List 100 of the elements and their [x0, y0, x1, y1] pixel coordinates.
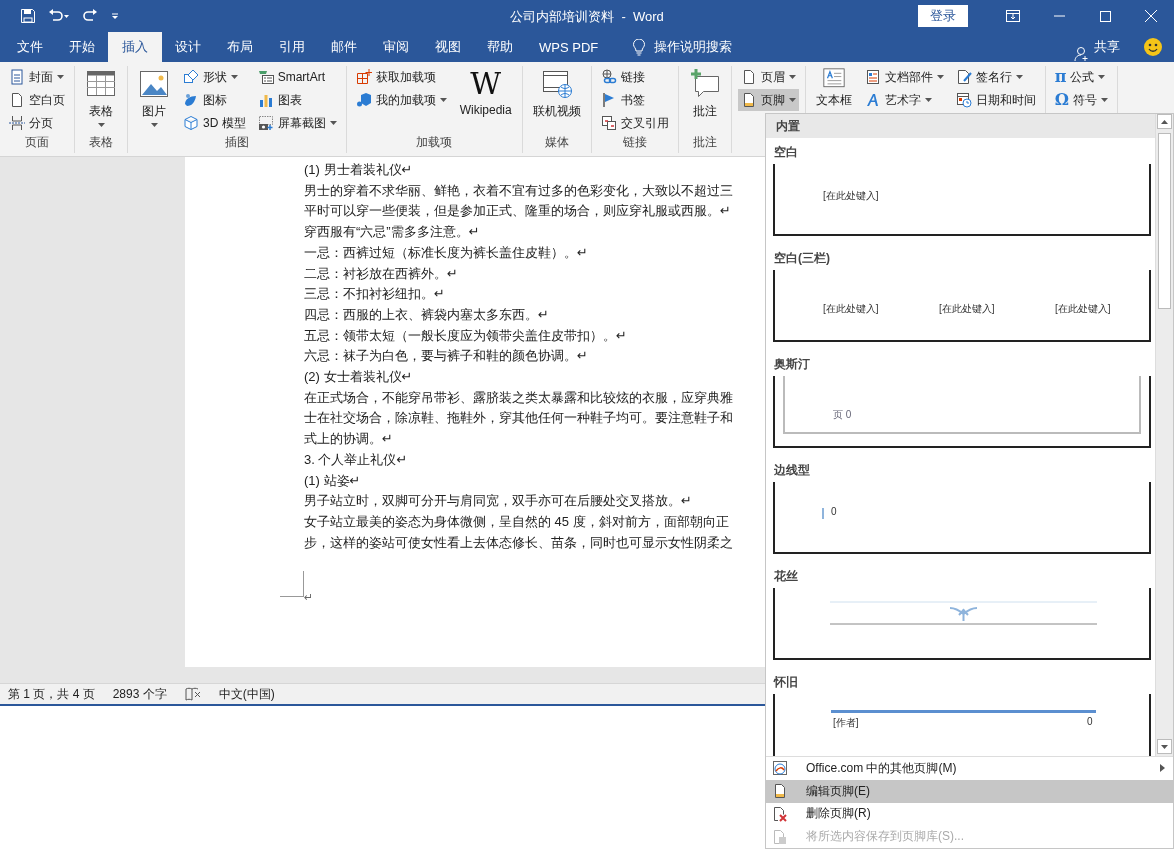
ribbon-display-icon[interactable]: [1006, 10, 1020, 22]
footer-preview[interactable]: [773, 588, 1151, 660]
ribbon-button[interactable]: 艺术字: [861, 89, 947, 111]
ribbon-button[interactable]: 签名行: [952, 66, 1039, 88]
minimize-icon[interactable]: [1053, 15, 1065, 17]
ribbon-tab[interactable]: 插入: [108, 32, 162, 62]
ribbon-button[interactable]: 批注: [684, 66, 725, 122]
blocks-icon: [355, 92, 372, 108]
margin-corner-mark: [280, 571, 304, 597]
person-add-icon[interactable]: [1074, 46, 1090, 62]
ribbon-button[interactable]: 图片: [134, 66, 174, 129]
tell-me-search[interactable]: 操作说明搜索: [654, 38, 733, 56]
ribbon-button[interactable]: Ω 符号: [1051, 89, 1111, 111]
ribbon-button[interactable]: 文本框: [811, 66, 856, 111]
page-number: 页 0: [833, 408, 852, 422]
ribbon-button[interactable]: 联机视频: [528, 66, 585, 122]
paragraph-line: 男子站立时，双脚可分开与肩同宽，双手亦可在后腰处交叉搭放。↵: [304, 492, 692, 511]
ribbon-button[interactable]: 形状: [180, 66, 249, 88]
ribbon-button[interactable]: 空白页: [6, 89, 68, 111]
gallery-heading: 怀旧: [772, 674, 799, 690]
footer-preview[interactable]: [在此处键入] [在此处键入] [在此处键入]: [773, 270, 1151, 342]
ribbon-button[interactable]: 文档部件: [861, 66, 947, 88]
ribbon-tab[interactable]: 帮助: [474, 32, 526, 62]
ribbon-button[interactable]: 图标: [180, 89, 249, 111]
ribbon-button[interactable]: 获取加载项: [352, 66, 450, 88]
word-count[interactable]: 2893 个字: [112, 685, 167, 703]
ribbon-button[interactable]: 链接: [597, 66, 672, 88]
scroll-down-icon[interactable]: [1161, 744, 1168, 749]
ribbon-button[interactable]: 分页: [6, 112, 68, 134]
language-indicator[interactable]: 中文(中国): [218, 685, 275, 703]
ribbon-button[interactable]: 页眉: [737, 66, 799, 88]
paragraph-line: (1) 男士着装礼仪↵: [304, 161, 413, 179]
placeholder-text: [在此处键入]: [939, 302, 995, 316]
ribbon-tab[interactable]: 开始: [56, 32, 108, 62]
ribbon-button[interactable]: 封面: [6, 66, 68, 88]
menu-item[interactable]: 编辑页脚(E): [766, 779, 1173, 803]
caret-icon: [57, 75, 64, 79]
page-icon: [9, 92, 25, 108]
group-label: 页面: [24, 134, 50, 151]
window-title: 公司内部培训资料 - Word: [510, 9, 664, 24]
smiley-icon[interactable]: [1144, 38, 1162, 56]
ribbon-button[interactable]: W Wikipedia: [455, 66, 516, 119]
paragraph-line: (1) 站姿↵: [304, 471, 361, 490]
undo-icon[interactable]: [48, 8, 70, 24]
link-icon: [600, 69, 617, 85]
ribbon-tab[interactable]: 引用: [266, 32, 318, 62]
ribbon-button[interactable]: π 公式: [1051, 66, 1111, 88]
footer-preview[interactable]: 页 0: [773, 376, 1151, 448]
ribbon-button[interactable]: 我的加载项: [352, 89, 450, 111]
scroll-up-icon[interactable]: [1161, 119, 1168, 124]
placeholder-text: [在此处键入]: [823, 302, 879, 316]
diagram-icon: [257, 69, 274, 85]
wordart-icon: [864, 92, 881, 108]
menu-item[interactable]: Office.com 中的其他页脚(M): [766, 757, 1173, 780]
section-header: 内置: [766, 114, 1155, 138]
submenu-arrow-icon: [1160, 764, 1165, 773]
ribbon-tab[interactable]: WPS PDF: [526, 32, 612, 62]
bar-chart-icon: [257, 92, 274, 108]
ribbon-tab[interactable]: 文件: [4, 32, 56, 62]
caret-icon: [1015, 75, 1023, 79]
share-button[interactable]: 共享: [1094, 32, 1120, 62]
ribbon-tab[interactable]: 布局: [214, 32, 266, 62]
ribbon-button[interactable]: 日期和时间: [952, 89, 1039, 111]
caret-icon: [97, 123, 105, 127]
gallery-heading: 边线型: [773, 462, 811, 478]
cover-page-icon: [9, 69, 25, 85]
ribbon-button[interactable]: 表格: [81, 66, 121, 129]
ribbon-button[interactable]: 图表: [254, 89, 340, 111]
ribbon-button[interactable]: SmartArt: [254, 66, 340, 88]
paragraph-line: 3. 个人举止礼仪↵: [304, 450, 408, 469]
page-break-icon: [9, 115, 25, 131]
ribbon-button[interactable]: 屏幕截图: [254, 112, 340, 134]
close-icon[interactable]: [1145, 10, 1157, 22]
page-count[interactable]: 第 1 页，共 4 页: [8, 685, 95, 703]
maximize-icon[interactable]: [1099, 10, 1111, 22]
redo-icon[interactable]: [82, 8, 98, 24]
ribbon-button[interactable]: 3D 模型: [180, 112, 249, 134]
cube-icon: [183, 115, 199, 131]
footer-preview[interactable]: [作者] 0: [773, 694, 1151, 756]
ribbon-button[interactable]: 交叉引用: [597, 112, 672, 134]
customize-icon[interactable]: [110, 11, 120, 21]
ribbon-tab[interactable]: 视图: [422, 32, 474, 62]
ribbon-tab[interactable]: 设计: [162, 32, 214, 62]
ribbon-button[interactable]: 页脚: [737, 89, 799, 111]
paragraph-line: 穿西服有“六忌”需多多注意。↵: [304, 223, 480, 242]
page-number: 0: [831, 506, 837, 517]
caret-icon: [150, 123, 158, 127]
footer-preview[interactable]: [在此处键入]: [773, 164, 1151, 236]
proofing-book-icon[interactable]: [184, 687, 201, 701]
paragraph-line: 男士的穿着不求华丽、鲜艳，衣着不宜有过多的色彩变化，大致以不超过三: [304, 181, 733, 200]
login-button[interactable]: 登录: [918, 5, 968, 27]
save-icon[interactable]: [20, 8, 36, 24]
ribbon-button[interactable]: 书签: [597, 89, 672, 111]
menu-item[interactable]: 删除页脚(R): [766, 802, 1173, 826]
paragraph-line: 步，这样的姿站可使女性看上去体态修长、苗条，同时也可显示女性阴柔之: [304, 533, 733, 552]
footer-preview[interactable]: 0: [773, 482, 1151, 554]
scrollbar-thumb[interactable]: [1158, 133, 1171, 309]
ribbon-tab[interactable]: 邮件: [318, 32, 370, 62]
ribbon-tab[interactable]: 审阅: [370, 32, 422, 62]
delete-page-icon: [772, 805, 788, 822]
